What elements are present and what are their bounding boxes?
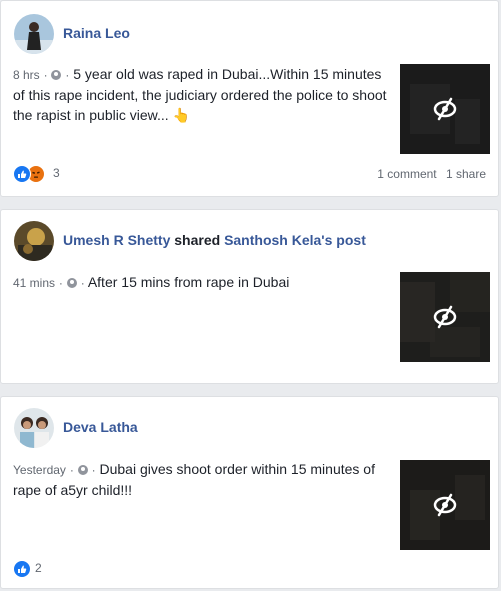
shared-post-link[interactable]: Santhosh Kela's post (224, 232, 366, 248)
reaction-summary[interactable]: 2 (13, 560, 53, 578)
author-name[interactable]: Deva Latha (63, 419, 138, 435)
hidden-media-thumbnail[interactable] (400, 460, 490, 550)
post-text: 5 year old was raped in Dubai...Within 1… (13, 66, 387, 123)
pointing-up-emoji: 👆 (172, 107, 190, 123)
separator: · (65, 68, 70, 82)
timestamp[interactable]: 41 mins (13, 276, 55, 290)
reaction-summary[interactable]: 3 (13, 165, 73, 183)
hidden-media-thumbnail[interactable] (400, 64, 490, 154)
separator: · (80, 276, 85, 290)
avatar[interactable] (14, 14, 54, 54)
separator: · (43, 68, 48, 82)
post-text: Dubai gives shoot order within 15 minute… (13, 461, 375, 498)
post-card: Umesh R Shetty shared Santhosh Kela's po… (0, 209, 499, 384)
globe-icon (77, 465, 88, 475)
avatar[interactable] (14, 408, 54, 448)
reaction-count: 2 (35, 561, 42, 575)
shared-verb: shared (174, 232, 221, 248)
globe-icon (66, 278, 77, 288)
author-name[interactable]: Raina Leo (63, 25, 130, 41)
timestamp[interactable]: 8 hrs (13, 68, 40, 82)
timestamp[interactable]: Yesterday (13, 463, 66, 477)
post-header: Umesh R Shetty shared Santhosh Kela's po… (63, 232, 366, 248)
comment-count-link[interactable]: 1 comment (377, 167, 436, 181)
like-icon (13, 165, 31, 183)
avatar[interactable] (14, 221, 54, 261)
globe-icon (51, 70, 62, 80)
author-name[interactable]: Umesh R Shetty (63, 232, 170, 248)
like-icon (13, 560, 31, 578)
hidden-media-thumbnail[interactable] (400, 272, 490, 362)
separator: · (58, 276, 63, 290)
separator: · (91, 463, 96, 477)
post-stats: 1 comment 1 share (377, 167, 486, 181)
post-body: 8 hrs · · 5 year old was raped in Dubai.… (13, 64, 391, 125)
post-body: Yesterday · · Dubai gives shoot order wi… (13, 459, 391, 500)
post-text: After 15 mins from rape in Dubai (87, 274, 290, 290)
post-card: Raina Leo 8 hrs · · 5 year old was raped… (0, 0, 499, 197)
reaction-count: 3 (53, 166, 60, 180)
separator: · (69, 463, 74, 477)
post-body: 41 mins · · After 15 mins from rape in D… (13, 272, 391, 293)
post-card: Deva Latha Yesterday · · Dubai gives sho… (0, 396, 499, 589)
share-count-link[interactable]: 1 share (446, 167, 486, 181)
